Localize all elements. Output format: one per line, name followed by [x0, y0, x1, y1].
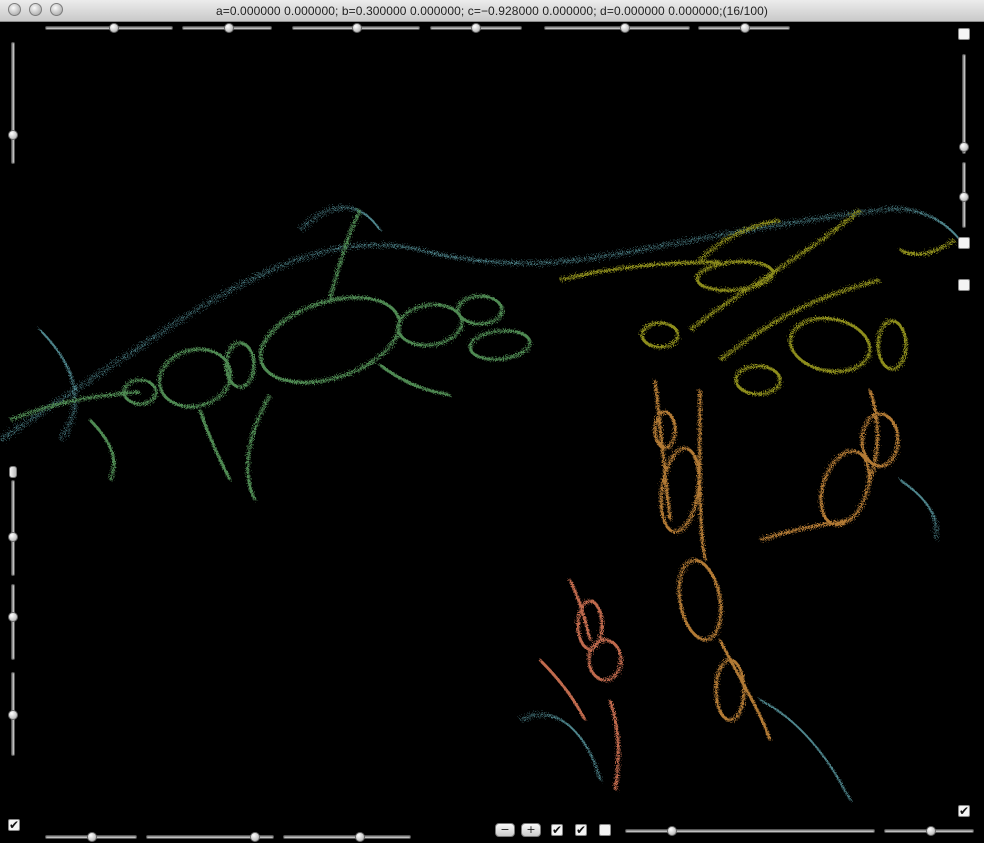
fractal-orange-cluster: [653, 379, 900, 741]
fractal-olive-cluster: [559, 208, 956, 396]
window-titlebar: a=0.000000 0.000000; b=0.300000 0.000000…: [0, 0, 984, 22]
right-top-checkbox[interactable]: [958, 28, 970, 40]
slider-knob[interactable]: [926, 826, 936, 836]
slider-knob[interactable]: [959, 142, 969, 152]
right-middle-checkbox-1[interactable]: [958, 237, 970, 249]
iteration-slider[interactable]: [283, 832, 411, 842]
slider-knob[interactable]: [740, 23, 750, 33]
param-c-real-slider[interactable]: [544, 23, 690, 33]
left-vertical-slider-4[interactable]: [8, 672, 18, 756]
right-vertical-slider-1[interactable]: [959, 54, 969, 154]
slider-knob[interactable]: [8, 612, 18, 622]
param-a-real-slider[interactable]: [45, 23, 173, 33]
slider-knob[interactable]: [109, 23, 119, 33]
bottom-checkbox-3[interactable]: [599, 824, 611, 836]
slider-knob[interactable]: [620, 23, 630, 33]
left-vertical-slider-1[interactable]: [8, 42, 18, 164]
window-title: a=0.000000 0.000000; b=0.300000 0.000000…: [215, 4, 769, 18]
slider-knob[interactable]: [8, 710, 18, 720]
slider-knob[interactable]: [8, 532, 18, 542]
slider-knob[interactable]: [667, 826, 677, 836]
param-b-real-slider[interactable]: [292, 23, 420, 33]
slider-knob[interactable]: [8, 130, 18, 140]
right-vertical-slider-2[interactable]: [959, 162, 969, 228]
slider-knob[interactable]: [352, 23, 362, 33]
zoom-out-button[interactable]: −: [495, 823, 515, 837]
splitter-handle[interactable]: [9, 466, 17, 478]
bottom-checkbox-1[interactable]: ✔: [551, 824, 563, 836]
fractal-green-cluster: [9, 209, 532, 501]
param-b-imag-slider[interactable]: [430, 23, 522, 33]
right-middle-checkbox-2[interactable]: [958, 279, 970, 291]
left-vertical-slider-3[interactable]: [8, 584, 18, 660]
right-bottom-checkbox[interactable]: ✔: [958, 805, 970, 817]
fractal-canvas[interactable]: [0, 22, 984, 843]
slider-knob[interactable]: [959, 192, 969, 202]
check-mark-icon: ✔: [959, 804, 970, 818]
check-mark-icon: ✔: [576, 823, 587, 837]
slider-knob[interactable]: [471, 23, 481, 33]
zoom-in-button[interactable]: +: [521, 823, 541, 837]
slider-knob[interactable]: [87, 832, 97, 842]
slider-knob[interactable]: [355, 832, 365, 842]
color-range-slider[interactable]: [625, 826, 875, 836]
param-d-imag-slider[interactable]: [146, 832, 274, 842]
check-mark-icon: ✔: [9, 818, 20, 832]
check-mark-icon: ✔: [552, 823, 563, 837]
param-d-real-slider[interactable]: [45, 832, 137, 842]
param-c-imag-slider[interactable]: [698, 23, 790, 33]
slider-knob[interactable]: [250, 832, 260, 842]
color-offset-slider[interactable]: [884, 826, 974, 836]
param-a-imag-slider[interactable]: [182, 23, 272, 33]
bottom-left-checkbox[interactable]: ✔: [8, 819, 20, 831]
fractal-salmon-branch: [538, 579, 623, 791]
slider-knob[interactable]: [224, 23, 234, 33]
left-vertical-slider-2[interactable]: [8, 480, 18, 576]
bottom-checkbox-2[interactable]: ✔: [575, 824, 587, 836]
